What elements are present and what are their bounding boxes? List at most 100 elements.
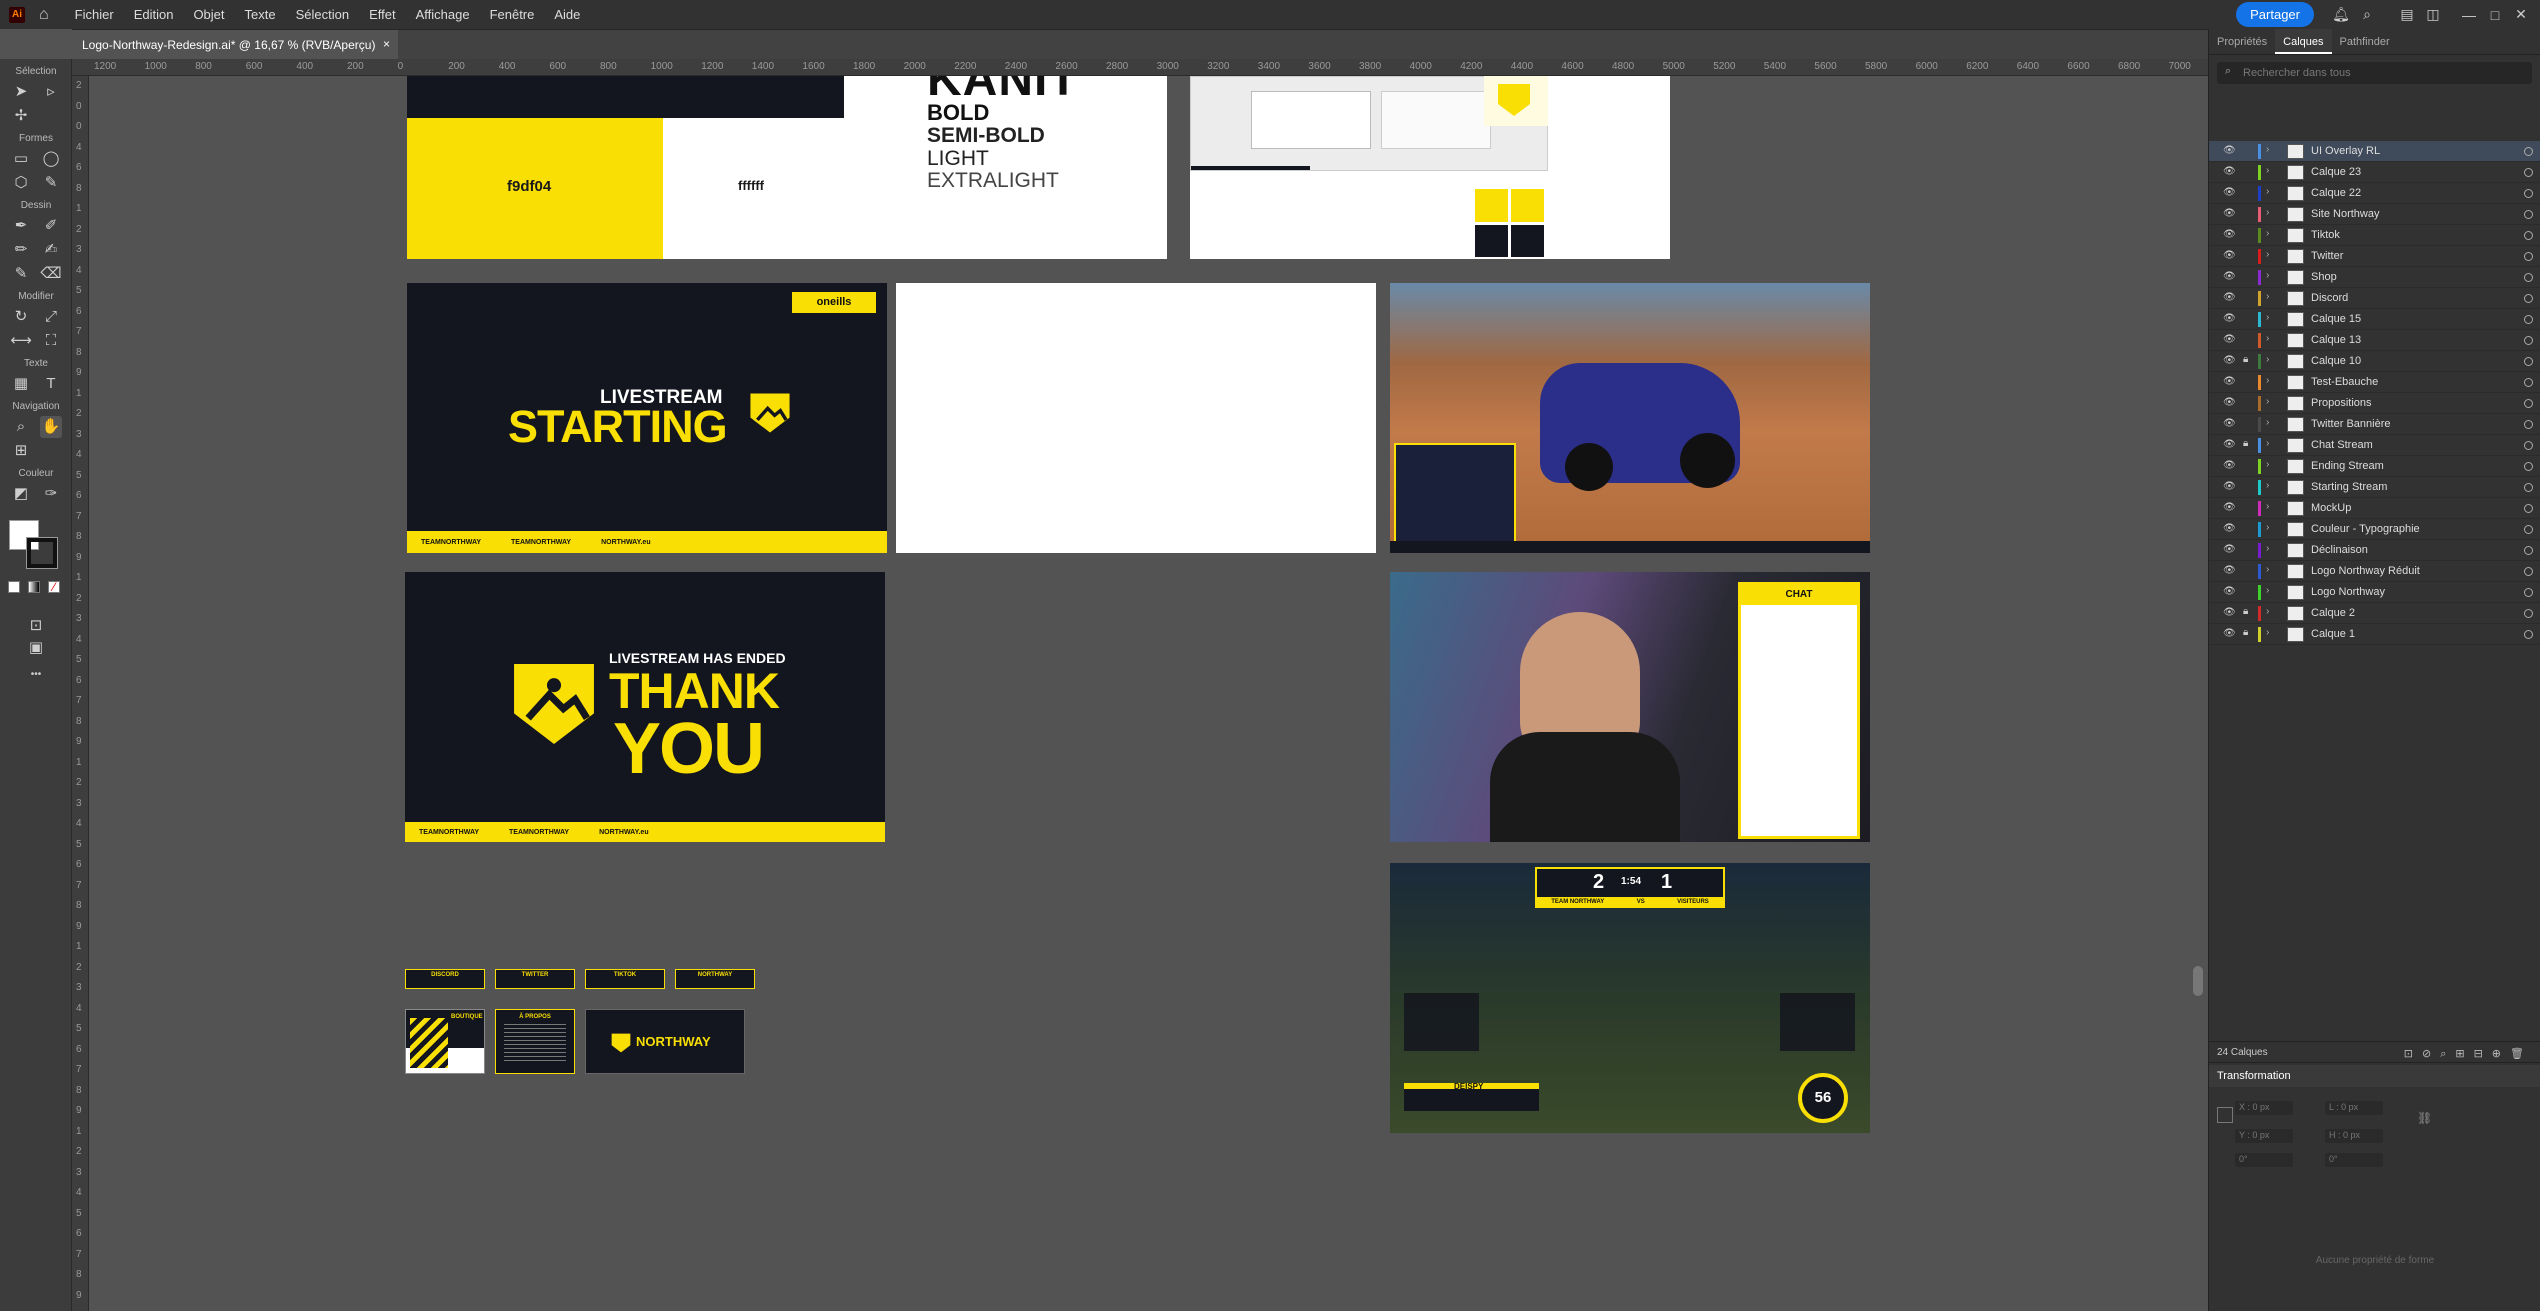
layer-row[interactable]: 👁︎ › Starting Stream: [2209, 477, 2540, 498]
expand-chevron-icon[interactable]: ›: [2266, 228, 2269, 239]
layer-row[interactable]: 👁︎ › Site Northway: [2209, 204, 2540, 225]
visibility-eye-icon[interactable]: 👁︎: [2223, 523, 2236, 534]
layer-name[interactable]: Calque 10: [2311, 355, 2361, 367]
draw-mode-icon[interactable]: ⊡: [25, 615, 47, 637]
layer-row[interactable]: 👁︎ › Tiktok: [2209, 225, 2540, 246]
layer-name[interactable]: Propositions: [2311, 397, 2372, 409]
menu-effet[interactable]: Effet: [359, 7, 406, 22]
lock-icon[interactable]: 🔒︎: [2243, 438, 2248, 449]
lasso-tool-icon[interactable]: ✢: [10, 105, 32, 127]
block-northway[interactable]: NORTHWAY: [585, 1009, 745, 1074]
visibility-eye-icon[interactable]: 👁︎: [2223, 586, 2236, 597]
layer-search-input[interactable]: ⌕ Rechercher dans tous: [2217, 62, 2532, 84]
expand-chevron-icon[interactable]: ›: [2266, 207, 2269, 218]
lock-icon[interactable]: 🔒︎: [2243, 627, 2248, 638]
visibility-eye-icon[interactable]: 👁︎: [2223, 334, 2236, 345]
layer-name[interactable]: Logo Northway Réduit: [2311, 565, 2420, 577]
layer-name[interactable]: Calque 22: [2311, 187, 2361, 199]
target-circle-icon[interactable]: [2524, 210, 2533, 219]
artboard-tool-icon[interactable]: ⊞: [10, 440, 32, 462]
visibility-eye-icon[interactable]: 👁︎: [2223, 502, 2236, 513]
target-circle-icon[interactable]: [2524, 546, 2533, 555]
target-circle-icon[interactable]: [2524, 357, 2533, 366]
layer-name[interactable]: Couleur - Typographie: [2311, 523, 2420, 535]
target-circle-icon[interactable]: [2524, 588, 2533, 597]
target-circle-icon[interactable]: [2524, 420, 2533, 429]
layer-row[interactable]: 👁︎ › Calque 13: [2209, 330, 2540, 351]
expand-chevron-icon[interactable]: ›: [2266, 144, 2269, 155]
layer-name[interactable]: Chat Stream: [2311, 439, 2373, 451]
target-circle-icon[interactable]: [2524, 567, 2533, 576]
rectangle-tool-icon[interactable]: ▭: [10, 148, 32, 170]
visibility-eye-icon[interactable]: 👁︎: [2223, 187, 2236, 198]
expand-chevron-icon[interactable]: ›: [2266, 333, 2269, 344]
gradient-tool-icon[interactable]: ▦: [10, 373, 32, 395]
visibility-eye-icon[interactable]: 👁︎: [2223, 355, 2236, 366]
tab-calques[interactable]: Calques: [2275, 29, 2332, 54]
tab-pathfinder[interactable]: Pathfinder: [2332, 29, 2398, 54]
layer-name[interactable]: Twitter: [2311, 250, 2343, 262]
tab-proprietes[interactable]: Propriétés: [2209, 29, 2275, 54]
layer-name[interactable]: UI Overlay RL: [2311, 145, 2380, 157]
menu-objet[interactable]: Objet: [183, 7, 234, 22]
w-field[interactable]: L : 0 px: [2325, 1101, 2383, 1115]
expand-chevron-icon[interactable]: ›: [2266, 396, 2269, 407]
scale-tool-icon[interactable]: ⤢: [40, 306, 62, 328]
artboard-mockup[interactable]: [1190, 76, 1670, 259]
target-circle-icon[interactable]: [2524, 630, 2533, 639]
layer-name[interactable]: Starting Stream: [2311, 481, 2387, 493]
width-tool-icon[interactable]: ⟷: [10, 330, 32, 352]
expand-chevron-icon[interactable]: ›: [2266, 354, 2269, 365]
expand-chevron-icon[interactable]: ›: [2266, 165, 2269, 176]
menu-fichier[interactable]: Fichier: [65, 7, 124, 22]
canvas-scrollbar[interactable]: [2193, 966, 2203, 996]
lock-icon[interactable]: 🔒︎: [2243, 354, 2248, 365]
none-mode-icon[interactable]: ⁄: [48, 581, 60, 593]
visibility-eye-icon[interactable]: 👁︎: [2223, 313, 2236, 324]
layer-name[interactable]: Shop: [2311, 271, 2337, 283]
visibility-eye-icon[interactable]: 👁︎: [2223, 145, 2236, 156]
layer-name[interactable]: Calque 23: [2311, 166, 2361, 178]
visibility-eye-icon[interactable]: 👁︎: [2223, 544, 2236, 555]
visibility-eye-icon[interactable]: 👁︎: [2223, 250, 2236, 261]
visibility-eye-icon[interactable]: 👁︎: [2223, 439, 2236, 450]
visibility-eye-icon[interactable]: 👁︎: [2223, 208, 2236, 219]
target-circle-icon[interactable]: [2524, 483, 2533, 492]
visibility-eye-icon[interactable]: 👁︎: [2223, 229, 2236, 240]
artboard-ending-stream[interactable]: LIVESTREAM HAS ENDED THANK YOU TEAMNORTH…: [405, 572, 885, 842]
layer-row[interactable]: 👁︎ › Calque 22: [2209, 183, 2540, 204]
expand-chevron-icon[interactable]: ›: [2266, 627, 2269, 638]
layer-row[interactable]: 👁︎ › Twitter: [2209, 246, 2540, 267]
layer-name[interactable]: Calque 2: [2311, 607, 2355, 619]
selection-tool-icon[interactable]: ➤: [10, 81, 32, 103]
visibility-eye-icon[interactable]: 👁︎: [2223, 292, 2236, 303]
layer-name[interactable]: Site Northway: [2311, 208, 2379, 220]
panel-tiktok[interactable]: TIKTOK: [585, 969, 665, 989]
expand-chevron-icon[interactable]: ›: [2266, 417, 2269, 428]
canvas[interactable]: f9df04 ffffff KANIT BOLD SEMI-BOLD LIGHT…: [89, 76, 2208, 1311]
target-circle-icon[interactable]: [2524, 273, 2533, 282]
target-circle-icon[interactable]: [2524, 378, 2533, 387]
layer-row[interactable]: 👁︎ 🔒︎ › Calque 1: [2209, 624, 2540, 645]
stroke-swatch[interactable]: [26, 537, 58, 569]
menu-affichage[interactable]: Affichage: [406, 7, 480, 22]
layer-name[interactable]: Tiktok: [2311, 229, 2340, 241]
arrange-icon[interactable]: ◫: [2420, 6, 2446, 23]
visibility-eye-icon[interactable]: 👁︎: [2223, 418, 2236, 429]
shaper-tool-icon[interactable]: ✎: [40, 172, 62, 194]
pencil-tool-icon[interactable]: ✎: [10, 263, 32, 285]
visibility-eye-icon[interactable]: 👁︎: [2223, 607, 2236, 618]
home-icon[interactable]: ⌂: [39, 6, 49, 24]
layer-row[interactable]: 👁︎ 🔒︎ › Chat Stream: [2209, 435, 2540, 456]
layer-row[interactable]: 👁︎ › Ending Stream: [2209, 456, 2540, 477]
layer-row[interactable]: 👁︎ › MockUp: [2209, 498, 2540, 519]
target-circle-icon[interactable]: [2524, 399, 2533, 408]
brush-tool-icon[interactable]: ✏: [10, 239, 32, 261]
eyedropper-tool-icon[interactable]: ✑: [40, 483, 62, 505]
polygon-tool-icon[interactable]: ⬡: [10, 172, 32, 194]
rotate-field[interactable]: 0°: [2235, 1153, 2293, 1167]
target-circle-icon[interactable]: [2524, 147, 2533, 156]
gradient-mode-icon[interactable]: [28, 581, 40, 593]
layer-row[interactable]: 👁︎ › Calque 23: [2209, 162, 2540, 183]
layer-name[interactable]: Test-Ebauche: [2311, 376, 2378, 388]
